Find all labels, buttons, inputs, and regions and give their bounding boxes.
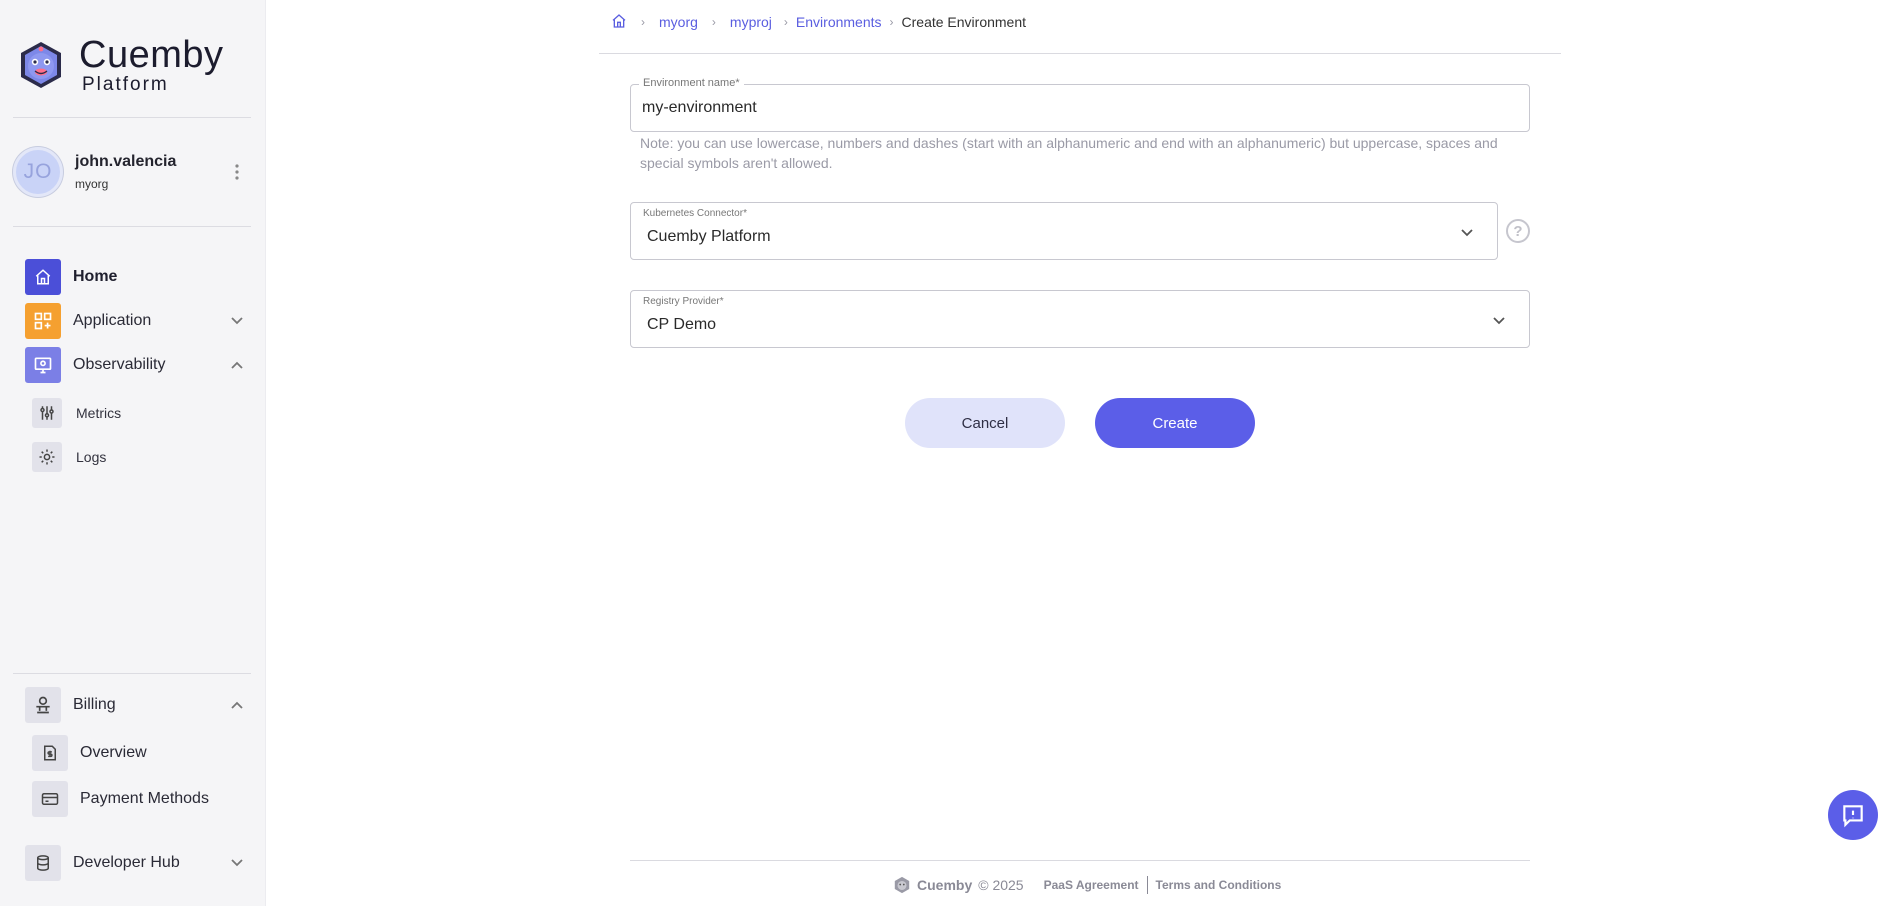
sidebar-item-logs[interactable]: Logs: [32, 440, 232, 474]
footer-brand: Cuemby: [917, 877, 973, 893]
sidebar-item-observability[interactable]: Observability: [25, 346, 245, 384]
user-org: myorg: [75, 177, 109, 191]
chevron-right-icon: ›: [711, 15, 716, 29]
chevron-up-icon[interactable]: [229, 697, 245, 713]
chevron-right-icon: ›: [889, 15, 894, 29]
billing-icon: [25, 687, 61, 723]
more-vertical-icon[interactable]: [227, 162, 247, 182]
header-divider: [599, 53, 1561, 54]
message-icon: [1843, 805, 1863, 828]
paas-agreement-link[interactable]: PaaS Agreement: [1044, 878, 1139, 892]
gear-icon: [32, 442, 62, 472]
avatar[interactable]: JO: [13, 147, 63, 197]
cuemby-mascot-icon: [21, 42, 61, 88]
sidebar: Cuemby Platform JO john.valencia myorg H…: [0, 0, 266, 906]
breadcrumb-current: Create Environment: [901, 14, 1027, 30]
breadcrumb-org[interactable]: myorg: [659, 14, 698, 30]
chevron-down-icon: [1459, 225, 1475, 241]
environment-name-label: Environment name*: [639, 77, 744, 89]
registry-provider-value: CP Demo: [647, 316, 717, 333]
chevron-right-icon: ›: [783, 15, 788, 29]
cuemby-logo-icon: [894, 876, 910, 894]
sidebar-item-application[interactable]: Application: [25, 302, 245, 340]
credit-card-icon: [32, 781, 68, 817]
chevron-right-icon: ›: [641, 15, 645, 29]
monitor-icon: [25, 347, 61, 383]
breadcrumb-environments[interactable]: Environments: [796, 14, 882, 30]
footer-divider: [630, 860, 1530, 861]
kubernetes-connector-label: Kubernetes Connector*: [643, 208, 747, 219]
sidebar-item-label: Payment Methods: [80, 790, 209, 807]
registry-provider-label: Registry Provider*: [643, 296, 724, 307]
environment-name-note: Note: you can use lowercase, numbers and…: [640, 135, 1498, 171]
sliders-icon: [32, 398, 62, 428]
sidebar-divider: [13, 117, 251, 118]
create-button[interactable]: Create: [1095, 398, 1255, 448]
sidebar-item-label: Metrics: [76, 405, 122, 421]
feedback-chat-button[interactable]: [1828, 790, 1878, 840]
brand-name: Cuemby: [79, 34, 224, 76]
grid-icon: [25, 303, 61, 339]
sidebar-item-home[interactable]: Home: [25, 258, 245, 296]
invoice-icon: [32, 735, 68, 771]
chevron-down-icon[interactable]: [229, 855, 245, 871]
breadcrumb: › myorg › myproj › Environments › Create…: [611, 12, 1026, 32]
breadcrumb-project[interactable]: myproj: [730, 14, 772, 30]
brand-logo[interactable]: Cuemby Platform: [16, 36, 224, 94]
chevron-up-icon[interactable]: [229, 357, 245, 373]
sidebar-item-metrics[interactable]: Metrics: [32, 396, 232, 430]
kubernetes-connector-value: Cuemby Platform: [647, 228, 771, 245]
sidebar-item-label: Overview: [80, 744, 147, 761]
home-icon: [25, 259, 61, 295]
registry-provider-select[interactable]: Registry Provider* CP Demo: [630, 290, 1530, 348]
environment-name-input[interactable]: [642, 99, 1518, 117]
sidebar-divider: [13, 226, 251, 227]
sidebar-item-label: Billing: [73, 696, 116, 713]
chevron-down-icon[interactable]: [229, 313, 245, 329]
sidebar-item-billing[interactable]: Billing: [25, 686, 245, 724]
sidebar-item-payment-methods[interactable]: Payment Methods: [32, 781, 252, 817]
footer-separator: [1146, 876, 1148, 894]
chevron-down-icon: [1491, 313, 1507, 329]
sidebar-item-developer-hub[interactable]: Developer Hub: [25, 844, 245, 882]
kubernetes-connector-select[interactable]: Kubernetes Connector* Cuemby Platform: [630, 202, 1498, 260]
cancel-button[interactable]: Cancel: [905, 398, 1065, 448]
sidebar-item-label: Developer Hub: [73, 854, 180, 871]
footer-copyright: © 2025: [978, 877, 1024, 893]
sidebar-divider: [13, 673, 251, 674]
sidebar-item-label: Application: [73, 312, 152, 329]
environment-name-field[interactable]: Environment name*: [630, 77, 1530, 132]
sidebar-item-label: Logs: [76, 449, 107, 465]
footer: Cuemby © 2025 PaaS Agreement Terms and C…: [893, 875, 1281, 895]
sidebar-item-overview[interactable]: Overview: [32, 735, 232, 771]
brand-sub: Platform: [82, 74, 169, 95]
terms-link[interactable]: Terms and Conditions: [1156, 878, 1282, 892]
sidebar-item-label: Observability: [73, 356, 166, 373]
database-icon: [25, 845, 61, 881]
user-name: john.valencia: [75, 153, 177, 170]
help-icon[interactable]: ?: [1506, 219, 1530, 243]
home-icon[interactable]: [611, 13, 627, 32]
user-profile: JO john.valencia myorg: [13, 146, 251, 198]
sidebar-item-label: Home: [73, 268, 118, 285]
